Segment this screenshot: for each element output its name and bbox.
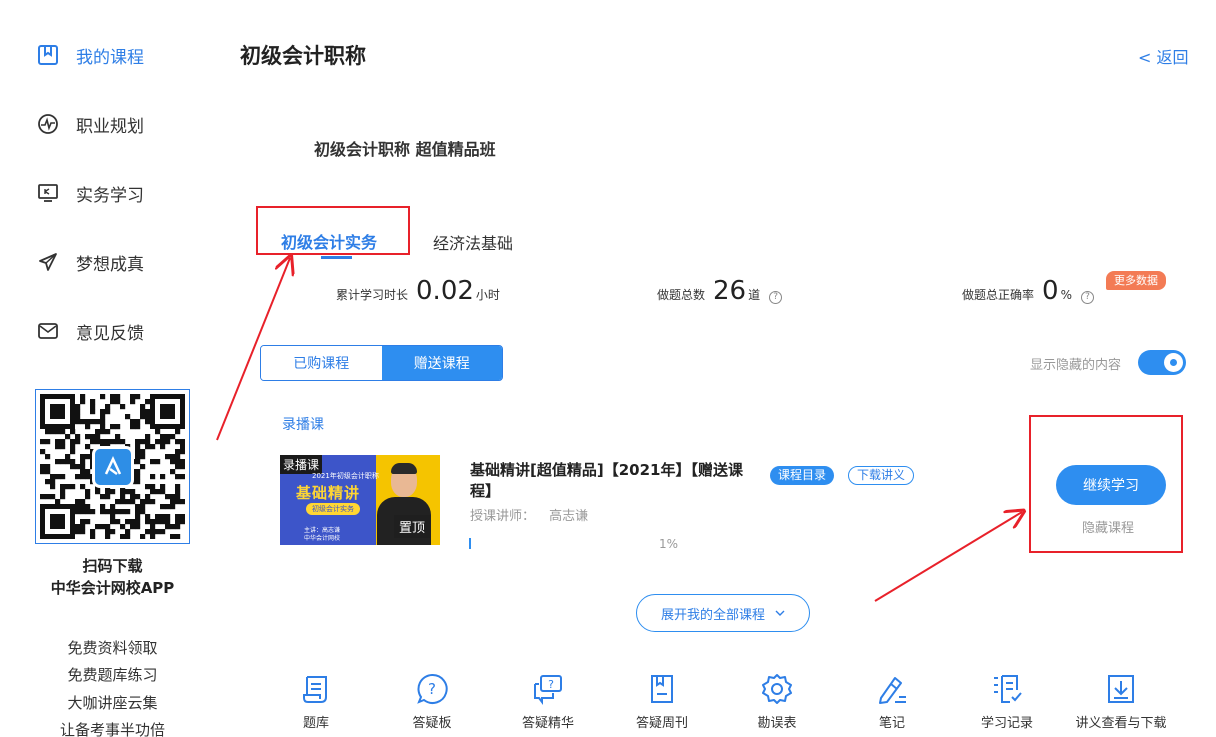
stat-label: 做题总正确率 [962, 288, 1035, 302]
pulse-icon [36, 112, 60, 136]
sidebar: 我的课程 职业规划 实务学习 梦想成真 意见反馈 扫码下载 中华会计网校APP … [0, 0, 225, 737]
stat-question-count: 做题总数 26 道 ? [657, 276, 783, 306]
journal-icon [651, 675, 673, 703]
download-doc-icon [1108, 675, 1134, 703]
help-icon[interactable]: ? [769, 291, 783, 304]
sidebar-item-label: 实务学习 [76, 185, 144, 206]
course-teacher: 授课讲师： 高志谦 [470, 505, 588, 524]
tool-label: 答疑周刊 [635, 716, 688, 731]
checklist-icon [994, 675, 1022, 703]
sidebar-item-feedback[interactable]: 意见反馈 [36, 316, 144, 346]
chevron-down-icon [775, 607, 785, 620]
sidebar-item-dream[interactable]: 梦想成真 [36, 247, 144, 277]
stat-unit: % [1060, 288, 1072, 302]
tool-label: 学习记录 [980, 716, 1033, 731]
stat-accuracy: 做题总正确率 0 % ? [962, 276, 1094, 306]
book-icon [36, 43, 60, 67]
download-handout-button[interactable]: 下载讲义 [848, 466, 914, 485]
stat-unit: 小时 [475, 288, 500, 302]
stat-value: 0 [1042, 276, 1059, 306]
course-name[interactable]: 基础精讲[超值精品]【2021年】【赠送课程】 [470, 460, 755, 502]
page-title: 初级会计职称 [240, 44, 366, 68]
course-catalog-button[interactable]: 课程目录 [770, 466, 834, 485]
annotation-box-subject-tab [256, 206, 410, 255]
tool-label: 答疑板 [412, 716, 452, 731]
back-link[interactable]: < 返回 [1138, 44, 1189, 68]
stat-label: 做题总数 [657, 288, 706, 302]
app-qr-code [35, 389, 190, 544]
svg-text:?: ? [428, 680, 436, 698]
teacher-name: 高志谦 [549, 509, 589, 524]
svg-text:?: ? [548, 678, 554, 691]
sidebar-item-career[interactable]: 职业规划 [36, 109, 144, 139]
qr-caption-download: 扫码下载 [82, 557, 143, 575]
stat-value: 0.02 [416, 276, 474, 306]
tool-label: 答疑精华 [521, 716, 574, 731]
stat-unit: 道 [748, 288, 761, 302]
annotation-box-continue [1029, 415, 1183, 553]
sidebar-item-practice[interactable]: 实务学习 [36, 178, 144, 208]
tool-errata[interactable]: 勘误表 [717, 672, 837, 731]
tool-handout-download[interactable]: 讲义查看与下载 [1061, 672, 1181, 731]
qr-caption-app: 中华会计网校APP [50, 579, 175, 597]
thumbnail-subject: 初级会计实务 [306, 503, 360, 515]
mail-icon [36, 319, 60, 343]
tool-qa-weekly[interactable]: 答疑周刊 [602, 672, 722, 731]
active-tab-indicator [321, 256, 352, 259]
tool-question-bank[interactable]: 题库 [256, 672, 376, 731]
tool-label: 勘误表 [757, 716, 797, 731]
app-logo-icon [92, 446, 134, 488]
tool-label: 笔记 [878, 716, 905, 731]
stat-study-time: 累计学习时长 0.02 小时 [336, 276, 500, 306]
chat-question-icon: ? [534, 675, 562, 705]
sidebar-item-my-courses[interactable]: 我的课程 [36, 40, 144, 70]
tab-purchased-courses[interactable]: 已购课程 [261, 346, 382, 380]
tool-study-records[interactable]: 学习记录 [947, 672, 1067, 731]
progress-bar [469, 538, 471, 549]
tool-label: 题库 [302, 716, 329, 731]
tab-gifted-courses[interactable]: 赠送课程 [381, 346, 502, 380]
help-icon[interactable]: ? [1080, 291, 1094, 304]
monitor-icon [36, 181, 60, 205]
progress-percent: 1% [659, 537, 679, 551]
tool-notes[interactable]: 笔记 [832, 672, 952, 731]
question-bubble-icon: ? [417, 673, 448, 704]
pin-to-top-button[interactable]: 置顶 [394, 515, 431, 538]
pen-icon [879, 677, 906, 704]
link-exam-prep[interactable]: 让备考事半功倍 [0, 719, 225, 737]
tab-economic-law[interactable]: 经济法基础 [433, 230, 513, 254]
tool-label: 讲义查看与下载 [1075, 716, 1167, 731]
more-data-badge[interactable]: 更多数据 [1106, 271, 1166, 290]
course-package-title: 初级会计职称 超值精品班 [314, 140, 496, 159]
section-recorded-label: 录播课 [282, 417, 324, 433]
link-free-materials[interactable]: 免费资料领取 [0, 637, 225, 658]
toggle-knob [1164, 353, 1183, 372]
expand-label: 展开我的全部课程 [660, 607, 765, 623]
show-hidden-toggle[interactable] [1138, 350, 1186, 375]
sidebar-item-label: 我的课程 [76, 47, 144, 68]
thumbnail-school: 中华会计网校 [304, 535, 341, 542]
thumbnail-headline: 基础精讲 [296, 484, 361, 502]
stat-label: 累计学习时长 [336, 288, 409, 302]
gear-icon [762, 674, 792, 704]
paper-plane-icon [36, 250, 60, 274]
sidebar-item-label: 梦想成真 [76, 254, 144, 275]
expand-all-courses-button[interactable]: 展开我的全部课程 [636, 594, 810, 632]
thumbnail-year: 2021年初级会计职称 [312, 472, 379, 480]
course-type-switch: 已购课程 赠送课程 [260, 345, 503, 381]
teacher-photo-hair [391, 463, 417, 474]
sidebar-item-label: 职业规划 [76, 116, 144, 137]
stat-value: 26 [713, 276, 747, 306]
sidebar-item-label: 意见反馈 [76, 323, 144, 344]
link-free-question-bank[interactable]: 免费题库练习 [0, 664, 225, 685]
show-hidden-label: 显示隐藏的内容 [1030, 358, 1122, 373]
tool-qa-essence[interactable]: ? 答疑精华 [488, 672, 608, 731]
teacher-label: 授课讲师： [470, 509, 536, 524]
scroll-icon [303, 676, 327, 703]
course-thumbnail[interactable]: 录播课 2021年初级会计职称 基础精讲 初级会计实务 主讲：高志谦 中华会计网… [280, 455, 440, 545]
tool-qa-board[interactable]: ? 答疑板 [372, 672, 492, 731]
link-expert-lectures[interactable]: 大咖讲座云集 [0, 692, 225, 713]
